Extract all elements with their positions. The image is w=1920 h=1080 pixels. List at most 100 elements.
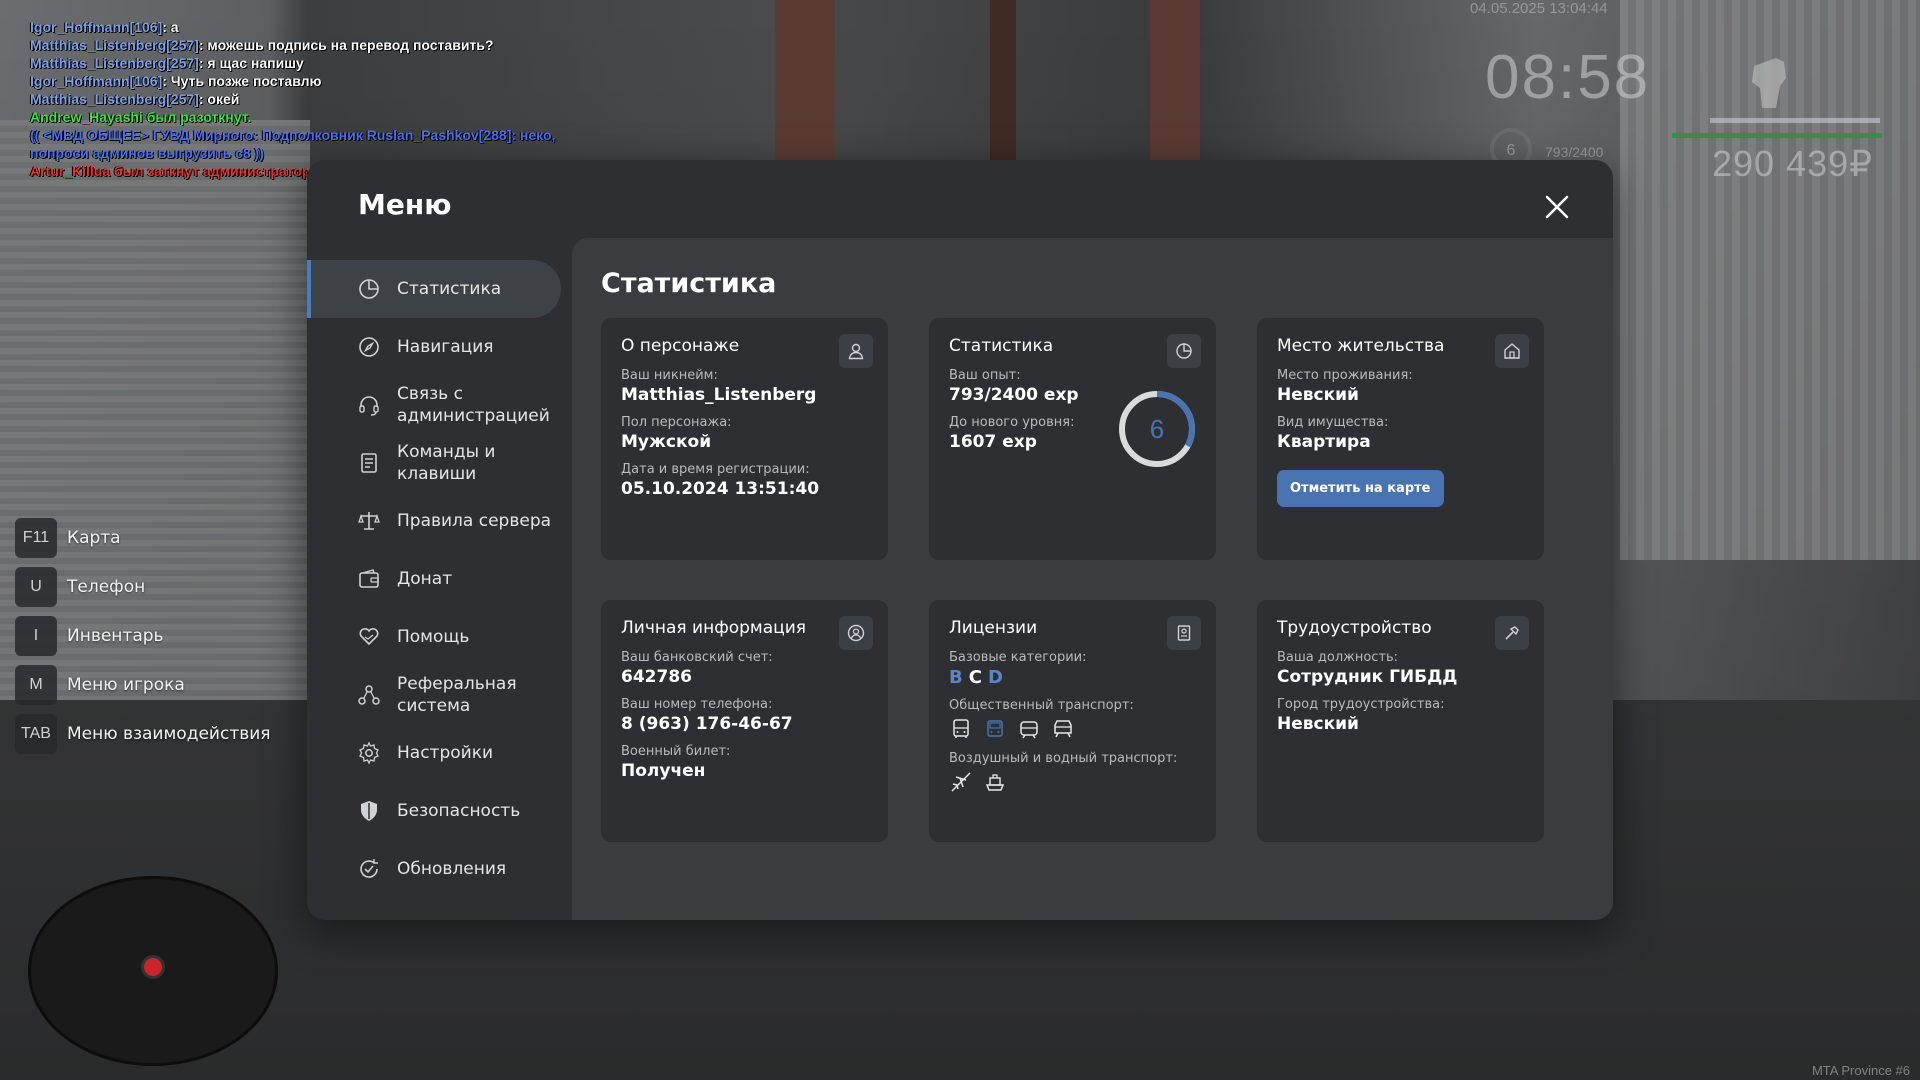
hint-inventory[interactable]: I Инвентарь [15, 616, 271, 656]
nickname-label: Ваш никнейм: [621, 368, 718, 383]
sidebar-item-admin-contact[interactable]: Связь с администрацией [307, 376, 572, 434]
air-water-transport-label: Воздушный и водный транспорт: [949, 751, 1178, 766]
chat-author: Matthias_Listenberg[257] [30, 37, 199, 53]
hint-phone[interactable]: U Телефон [15, 567, 271, 607]
key-badge: M [15, 665, 57, 705]
menu-sidebar: Статистика Навигация Связь с администрац… [307, 260, 572, 898]
sidebar-item-label: Донат [397, 569, 453, 589]
heart-hand-icon [359, 627, 379, 646]
key-badge: I [15, 616, 57, 656]
card-title: Лицензии [949, 618, 1038, 638]
player-marker-icon [144, 958, 162, 976]
sidebar-item-label: Связь с администрацией [397, 384, 550, 426]
sidebar-item-navigation[interactable]: Навигация [307, 318, 572, 376]
boat-icon [985, 774, 1005, 791]
category-d: D [987, 667, 1009, 688]
home-icon [1495, 334, 1529, 368]
hint-player-menu[interactable]: M Меню игрока [15, 665, 271, 705]
menu-title: Меню [358, 188, 452, 221]
registration-value: 05.10.2024 13:51:40 [621, 479, 820, 499]
job-city-label: Город трудоустройства: [1277, 697, 1445, 712]
card-title: Личная информация [621, 618, 807, 638]
chat-message: Чуть позже поставлю [170, 73, 322, 89]
gender-label: Пол персонажа: [621, 415, 732, 430]
sidebar-item-label: Команды и клавиши [397, 442, 496, 484]
compass-icon [359, 337, 379, 357]
statistics-panel: Статистика О персонаже Ваш никнейм: Matt… [572, 238, 1613, 920]
gear-icon [359, 741, 379, 765]
sidebar-item-commands[interactable]: Команды и клавиши [307, 434, 572, 492]
registration-label: Дата и время регистрации: [621, 462, 810, 477]
chat-line: Igor_Hoffmann[106]: а [30, 19, 179, 35]
hint-label: Инвентарь [67, 626, 164, 646]
sidebar-item-statistics[interactable]: Статистика [307, 260, 561, 318]
fist-icon [1752, 58, 1786, 108]
pie-chart-icon [359, 279, 379, 299]
document-icon [361, 453, 377, 473]
card-title: О персонаже [621, 336, 740, 356]
public-transport-icons [949, 717, 1196, 741]
nickname-value: Matthias_Listenberg [621, 385, 817, 405]
property-value: Квартира [1277, 432, 1371, 452]
gender-value: Мужской [621, 432, 712, 452]
level-value: 6 [1150, 414, 1164, 444]
sidebar-item-help[interactable]: Помощь [307, 608, 572, 666]
plane-icon [951, 772, 971, 792]
air-water-transport-icons [949, 770, 1196, 794]
phone-value: 8 (963) 176-46-67 [621, 714, 793, 734]
sidebar-item-label: Помощь [397, 627, 470, 647]
sidebar-item-label: Настройки [397, 743, 494, 763]
headset-icon [359, 396, 379, 416]
military-id-label: Военный билет: [621, 744, 731, 759]
chat-line: Matthias_Listenberg[257]: я щас напишу [30, 55, 304, 71]
user-circle-icon [839, 616, 873, 650]
wallet-icon [359, 569, 379, 588]
card-title: Статистика [949, 336, 1054, 356]
hint-label: Карта [67, 528, 121, 548]
sidebar-item-label: Правила сервера [397, 511, 552, 531]
chat-line: Igor_Hoffmann[106]: Чуть позже поставлю [30, 73, 322, 89]
pie-chart-icon [1167, 334, 1201, 368]
sidebar-item-security[interactable]: Безопасность [307, 782, 572, 840]
category-b: B [949, 667, 969, 688]
sidebar-item-updates[interactable]: Обновления [307, 840, 572, 898]
card-title: Место жительства [1277, 336, 1445, 356]
job-city-value: Невский [1277, 714, 1359, 734]
hint-map[interactable]: F11 Карта [15, 518, 271, 558]
residence-value: Невский [1277, 385, 1359, 405]
category-c: C [968, 667, 988, 688]
residence-label: Место проживания: [1277, 368, 1413, 383]
chat-line: Matthias_Listenberg[257]: можешь подпись… [30, 37, 494, 53]
server-watermark: MTA Province #6 [1811, 1063, 1910, 1078]
sidebar-item-donate[interactable]: Донат [307, 550, 572, 608]
sidebar-item-settings[interactable]: Настройки [307, 724, 572, 782]
scales-icon [358, 512, 380, 530]
position-value: Сотрудник ГИБДД [1277, 667, 1458, 687]
hint-interaction-menu[interactable]: TAB Меню взаимодействия [15, 714, 271, 754]
close-icon[interactable] [1541, 191, 1573, 223]
employment-card: Трудоустройство Ваша должность: Сотрудни… [1257, 600, 1544, 842]
hint-label: Меню взаимодействия [67, 724, 271, 744]
hud-level-value: 6 [1507, 142, 1516, 159]
sidebar-item-label: Обновления [397, 859, 507, 879]
chat-line: Matthias_Listenberg[257]: окей [30, 91, 240, 107]
key-badge: F11 [15, 518, 57, 558]
user-icon [839, 334, 873, 368]
exp-label: Ваш опыт: [949, 368, 1021, 383]
background-beam [775, 0, 835, 160]
shield-icon [361, 801, 377, 821]
bank-account-value: 642786 [621, 667, 692, 687]
sidebar-item-label: Реферальная система [397, 674, 517, 716]
mark-on-map-button[interactable]: Отметить на карте [1277, 470, 1444, 507]
hud-clock: 08:58 [1485, 43, 1651, 112]
chat-author: Igor_Hoffmann[106] [30, 73, 163, 89]
military-id-value: Получен [621, 761, 706, 781]
property-label: Вид имущества: [1277, 415, 1389, 430]
metro-icon [1054, 720, 1072, 738]
menu-window: Меню Статистика Навигация Связь с админи… [307, 160, 1613, 920]
hint-label: Меню игрока [67, 675, 185, 695]
sidebar-item-referral[interactable]: Реферальная система [307, 666, 572, 724]
stats-card: Статистика Ваш опыт: 793/2400 exp До нов… [929, 318, 1216, 560]
sidebar-item-rules[interactable]: Правила сервера [307, 492, 572, 550]
key-badge: U [15, 567, 57, 607]
